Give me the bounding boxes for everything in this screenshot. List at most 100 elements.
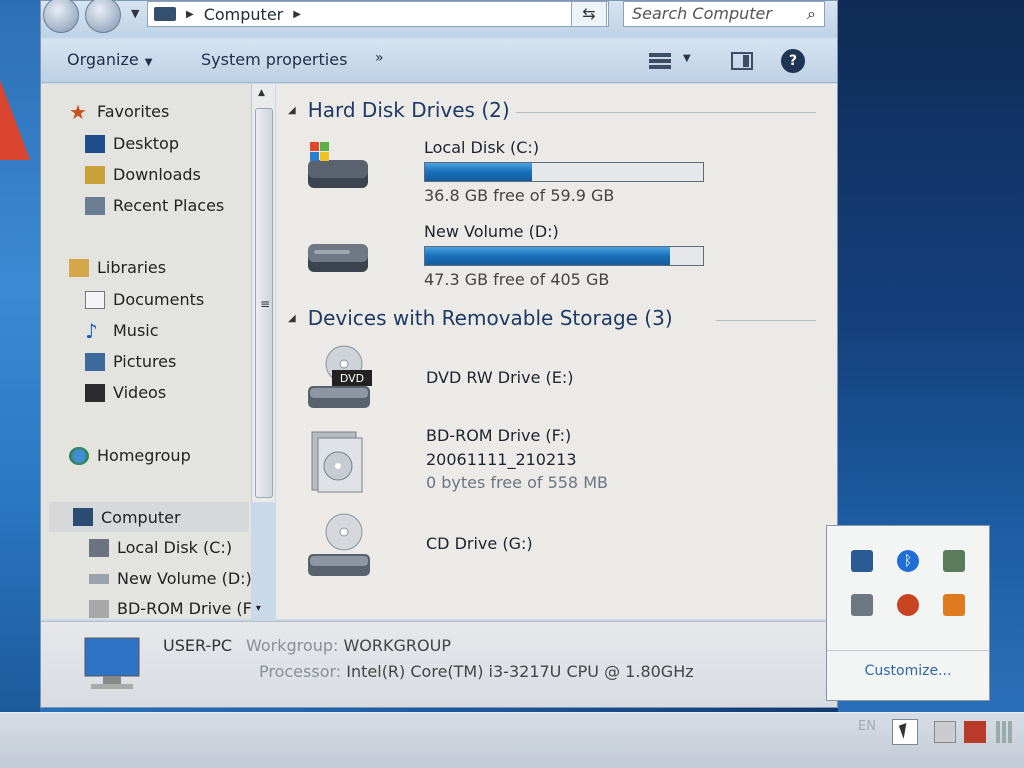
nav-desktop[interactable]: Desktop xyxy=(85,134,179,153)
nav-local-disk[interactable]: Local Disk (C:) xyxy=(89,538,232,557)
nav-documents-label: Documents xyxy=(113,290,205,309)
content-pane: ◢ Hard Disk Drives (2) Local Disk (C:) 3… xyxy=(276,84,837,619)
usb-safe-remove-icon[interactable] xyxy=(943,550,965,572)
nav-scrollbar[interactable]: ▲ ≡ xyxy=(251,84,275,502)
change-view-icon[interactable] xyxy=(649,51,671,71)
nav-bd-rom-label: BD-ROM Drive (F xyxy=(117,599,252,618)
workgroup-label: Workgroup: xyxy=(246,636,339,655)
downloads-folder-icon xyxy=(85,165,105,184)
nav-videos-label: Videos xyxy=(113,383,167,402)
organize-label: Organize xyxy=(67,50,139,69)
nav-music[interactable]: ♪ Music xyxy=(85,318,159,343)
homegroup-icon xyxy=(69,446,89,465)
hard-drive-icon xyxy=(308,244,368,272)
network-monitor-icon[interactable] xyxy=(851,550,873,572)
command-bar: Organize ▼ System properties » ▼ ? xyxy=(41,39,837,83)
processor-row: Processor: Intel(R) Core(TM) i3-3217U CP… xyxy=(259,662,694,681)
refresh-button[interactable]: ⇆ xyxy=(571,1,607,27)
power-plug-icon[interactable] xyxy=(964,721,986,743)
help-icon[interactable]: ? xyxy=(781,49,805,73)
language-indicator[interactable]: EN xyxy=(858,719,876,734)
computer-icon xyxy=(154,7,176,21)
nav-new-volume-label: New Volume (D:) xyxy=(117,569,252,588)
drive-local-disk-c[interactable]: Local Disk (C:) 36.8 GB free of 59.9 GB xyxy=(304,134,704,206)
sync-icon[interactable] xyxy=(897,594,919,616)
computer-name: USER-PC xyxy=(163,636,233,655)
preview-pane-icon[interactable] xyxy=(731,52,753,70)
battery-icon[interactable] xyxy=(851,594,873,616)
system-properties-button[interactable]: System properties xyxy=(201,50,347,69)
nav-new-volume[interactable]: New Volume (D:) xyxy=(89,569,252,588)
drive-free-space: 0 bytes free of 558 MB xyxy=(426,473,608,492)
customize-link[interactable]: Customize... xyxy=(827,650,989,679)
nav-homegroup[interactable]: Homegroup xyxy=(69,446,191,465)
view-options-dropdown-icon[interactable]: ▼ xyxy=(683,53,691,64)
star-icon: ★ xyxy=(69,99,87,124)
nav-computer[interactable]: Computer xyxy=(49,502,249,532)
address-field[interactable]: ▶ Computer ▶ ▼ xyxy=(147,1,609,27)
capacity-bar-fill xyxy=(425,163,533,181)
nav-downloads[interactable]: Downloads xyxy=(85,165,201,184)
drive-name: DVD RW Drive (E:) xyxy=(426,368,574,387)
videos-film-icon xyxy=(85,383,105,402)
group-divider xyxy=(716,320,816,321)
drive-name: Local Disk (C:) xyxy=(424,138,540,157)
breadcrumb-chevron-icon[interactable]: ▶ xyxy=(186,9,194,20)
navigation-pane: ★ Favorites Desktop Downloads Recent Pla… xyxy=(41,84,261,619)
antivirus-icon[interactable] xyxy=(943,594,965,616)
nav-libraries[interactable]: Libraries xyxy=(69,258,166,277)
scroll-thumb[interactable]: ≡ xyxy=(255,108,273,498)
show-hidden-icons-button[interactable] xyxy=(892,719,918,745)
more-commands-button[interactable]: » xyxy=(375,50,384,66)
bluetooth-icon[interactable]: ᛒ xyxy=(897,550,919,572)
taskbar: EN xyxy=(0,712,1024,768)
details-pane: USER-PC Workgroup: WORKGROUP Processor: … xyxy=(41,621,837,707)
bd-rom-drive-icon xyxy=(89,599,109,618)
documents-icon xyxy=(85,290,105,309)
music-note-icon: ♪ xyxy=(85,318,98,343)
organize-button[interactable]: Organize ▼ xyxy=(67,50,152,69)
search-icon[interactable]: ⌕ xyxy=(807,4,816,24)
forward-button[interactable] xyxy=(85,0,121,33)
cd-drive-icon xyxy=(308,513,370,576)
drive-free-space: 36.8 GB free of 59.9 GB xyxy=(424,186,615,205)
address-bar: ▼ ▶ Computer ▶ ▼ ⇆ Search Computer ⌕ xyxy=(41,0,837,37)
nav-recent-places[interactable]: Recent Places xyxy=(85,196,224,215)
nav-documents[interactable]: Documents xyxy=(85,290,204,309)
caret-down-icon: ▼ xyxy=(144,57,153,68)
breadcrumb-computer[interactable]: Computer xyxy=(204,5,284,24)
group-removable-storage[interactable]: ◢ Devices with Removable Storage (3) xyxy=(288,306,673,330)
drive-new-volume-d[interactable]: New Volume (D:) 47.3 GB free of 405 GB xyxy=(304,218,704,290)
nav-desktop-label: Desktop xyxy=(113,134,179,153)
collapse-triangle-icon[interactable]: ◢ xyxy=(288,105,296,116)
group-hard-disk-drives[interactable]: ◢ Hard Disk Drives (2) xyxy=(288,98,510,122)
back-button[interactable] xyxy=(43,0,79,33)
capacity-bar xyxy=(424,162,704,182)
drive-name: New Volume (D:) xyxy=(424,222,559,241)
group-header-label: Hard Disk Drives (2) xyxy=(307,98,510,122)
nav-bd-rom[interactable]: BD-ROM Drive (F ▾ xyxy=(89,599,261,618)
action-center-flag-icon[interactable] xyxy=(934,721,956,743)
drive-bd-rom-f[interactable]: BD-ROM Drive (F:) 20061111_210213 0 byte… xyxy=(304,426,664,506)
nav-favorites-label: Favorites xyxy=(97,102,170,121)
volume-label: 20061111_210213 xyxy=(426,450,577,469)
drive-dvd-rw-e[interactable]: DVD DVD RW Drive (E:) xyxy=(304,344,664,416)
pictures-icon xyxy=(85,352,105,371)
search-input[interactable]: Search Computer ⌕ xyxy=(623,1,825,27)
search-placeholder: Search Computer xyxy=(632,4,772,23)
notification-overflow-popup: ᛒ Customize... xyxy=(826,525,990,701)
nav-favorites[interactable]: ★ Favorites xyxy=(69,99,170,124)
desktop-icon xyxy=(85,134,105,153)
recent-pages-dropdown-icon[interactable]: ▼ xyxy=(131,7,139,20)
nav-pictures[interactable]: Pictures xyxy=(85,352,176,371)
breadcrumb-chevron-icon[interactable]: ▶ xyxy=(293,9,301,20)
wifi-signal-icon[interactable] xyxy=(996,721,1016,743)
scroll-up-arrow-icon[interactable]: ▲ xyxy=(258,88,265,98)
nav-computer-label: Computer xyxy=(101,507,181,527)
group-divider xyxy=(516,112,816,113)
nav-homegroup-label: Homegroup xyxy=(97,446,191,465)
desktop-background-left xyxy=(0,0,40,712)
nav-videos[interactable]: Videos xyxy=(85,383,166,402)
collapse-triangle-icon[interactable]: ◢ xyxy=(288,313,296,324)
drive-cd-g[interactable]: CD Drive (G:) xyxy=(304,512,664,584)
